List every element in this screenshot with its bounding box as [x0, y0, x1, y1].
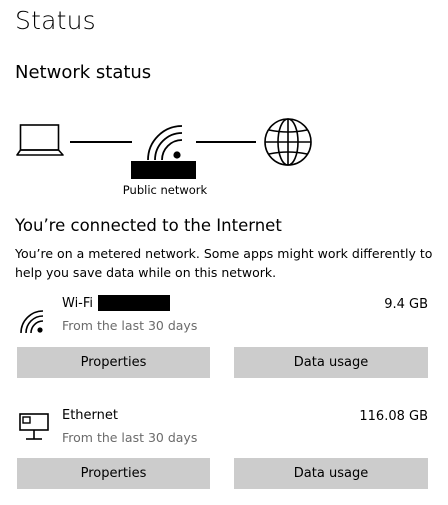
- connection-name: Wi-Fi: [62, 296, 94, 311]
- connector-line-right: [196, 141, 256, 143]
- connection-name: Ethernet: [62, 408, 118, 423]
- network-diagram: Public network: [0, 110, 448, 200]
- status-page: Status Network status Public network You…: [0, 0, 448, 505]
- globe-icon: [264, 118, 312, 166]
- properties-button[interactable]: Properties: [17, 347, 210, 378]
- usage-period: From the last 30 days: [62, 318, 198, 333]
- connected-heading: You’re connected to the Internet: [15, 216, 282, 235]
- data-usage-amount: 9.4 GB: [384, 297, 428, 312]
- wifi-connection: Wi-Fi From the last 30 days 9.4 GB Prope…: [0, 290, 448, 380]
- data-usage-button[interactable]: Data usage: [234, 347, 428, 378]
- wifi-icon: [20, 310, 44, 334]
- page-title: Status: [15, 6, 96, 35]
- metered-message: You’re on a metered network. Some apps m…: [15, 246, 433, 280]
- wifi-icon: [147, 125, 183, 161]
- network-status-heading: Network status: [15, 62, 152, 83]
- connector-line-left: [70, 141, 132, 143]
- ethernet-icon: [19, 413, 49, 440]
- data-usage-button[interactable]: Data usage: [234, 458, 428, 489]
- laptop-icon: [16, 124, 64, 156]
- usage-period: From the last 30 days: [62, 430, 198, 445]
- ethernet-connection: Ethernet From the last 30 days 116.08 GB…: [0, 402, 448, 494]
- redacted-ssid: [98, 295, 170, 311]
- network-type-label: Public network: [122, 183, 208, 197]
- data-usage-amount: 116.08 GB: [359, 409, 428, 424]
- redacted-network-name: [131, 161, 196, 179]
- properties-button[interactable]: Properties: [17, 458, 210, 489]
